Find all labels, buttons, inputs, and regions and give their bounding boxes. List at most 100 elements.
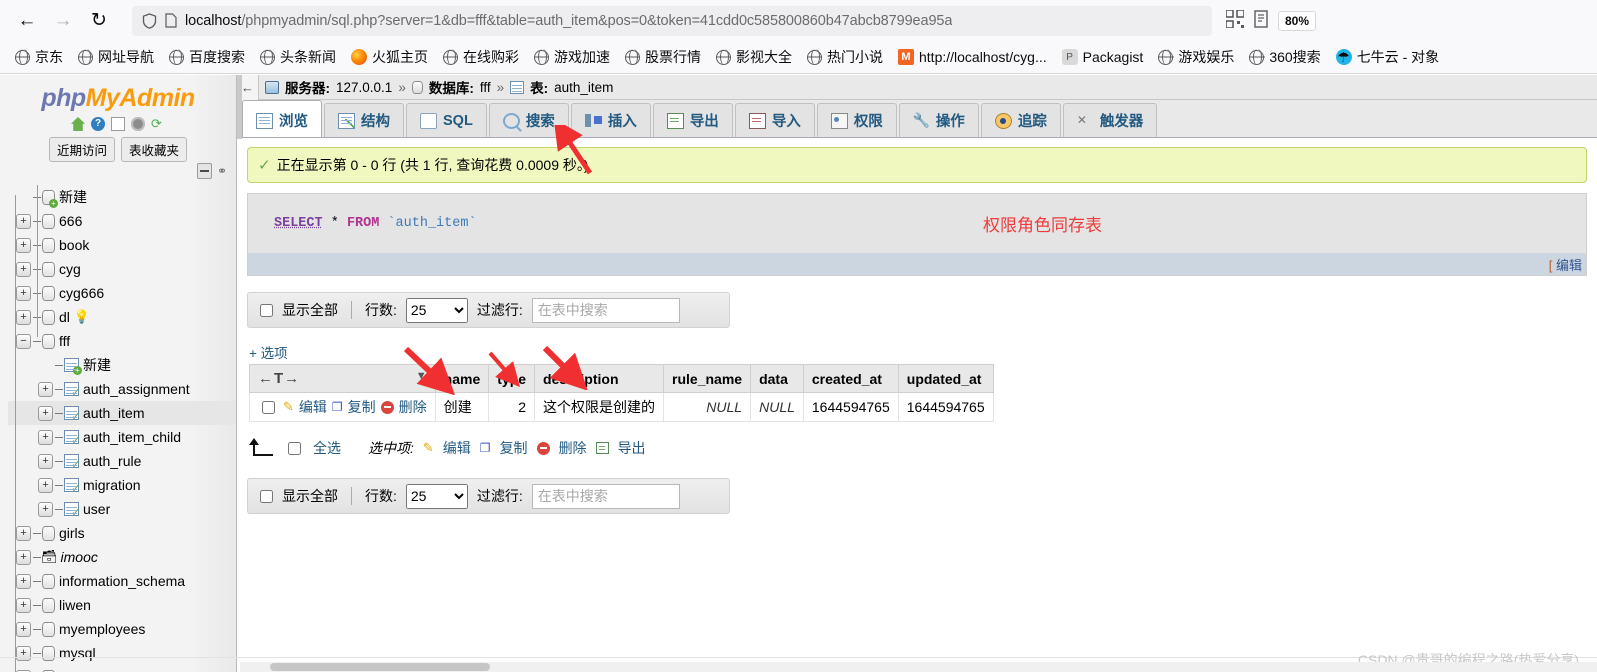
bookmark-item[interactable]: Mhttp://localhost/cyg...	[891, 46, 1054, 68]
tab-export[interactable]: 导出	[652, 103, 733, 137]
back-arrow-icon[interactable]: ←	[10, 5, 44, 37]
forward-arrow-icon[interactable]: →	[46, 5, 80, 37]
horizontal-scrollbar[interactable]	[240, 662, 1597, 672]
scrollbar-thumb[interactable]	[270, 663, 490, 671]
bookmark-item[interactable]: P Packagist	[1055, 46, 1151, 68]
column-header-type[interactable]: type	[488, 364, 536, 393]
reload-icon[interactable]: ↻	[82, 5, 116, 37]
tree-item-imooc[interactable]: + 🗃 imooc	[8, 545, 236, 569]
row-delete-link[interactable]: 删除	[399, 397, 427, 417]
sidebar-tab-recent[interactable]: 近期访问	[48, 137, 115, 162]
tree-expander[interactable]: +	[16, 213, 31, 229]
bookmark-item[interactable]: 游戏娱乐	[1151, 44, 1241, 70]
column-header-rule_name[interactable]: rule_name	[663, 364, 752, 393]
tree-item-auth_item_child[interactable]: + ✓ auth_item_child	[8, 425, 236, 449]
qrcode-icon[interactable]	[1225, 9, 1245, 31]
phpmyadmin-logo[interactable]: phpMyAdmin	[0, 75, 236, 115]
tree-expander[interactable]: +	[16, 309, 31, 325]
address-bar[interactable]: localhost/phpmyadmin/sql.php?server=1&db…	[132, 5, 1212, 36]
filter-input[interactable]	[531, 297, 680, 323]
tab-structure[interactable]: 结构	[324, 103, 404, 137]
bookmark-item[interactable]: 360搜索	[1242, 44, 1327, 70]
reader-view-icon[interactable]	[1254, 10, 1268, 31]
tree-expander[interactable]: +	[16, 597, 31, 613]
tree-item-cyg666[interactable]: + cyg666	[8, 281, 236, 305]
column-header-created_at[interactable]: created_at	[802, 364, 899, 393]
tree-expander[interactable]: +	[38, 381, 53, 397]
tree-expander[interactable]: +	[16, 237, 31, 253]
tree-expander[interactable]: +	[16, 261, 31, 277]
tab-tracking[interactable]: 追踪	[980, 103, 1061, 137]
tree-item-mysql[interactable]: + mysql	[8, 641, 236, 665]
rows-select-bottom[interactable]: 25	[405, 483, 468, 509]
tree-item-dl[interactable]: + dl 💡	[8, 305, 236, 329]
bookmark-item[interactable]: 百度搜索	[162, 44, 252, 70]
nav-arrows-label[interactable]: ←T→	[258, 370, 300, 387]
tree-expander[interactable]: +	[38, 453, 53, 469]
bulk-copy-link[interactable]: 复制	[500, 438, 528, 458]
collapse-all-icon[interactable]	[196, 163, 212, 179]
tree-item-book[interactable]: + book	[8, 233, 236, 257]
bookmark-item[interactable]: 热门小说	[800, 44, 890, 70]
row-copy-link[interactable]: 复制	[348, 397, 376, 417]
bulk-export-link[interactable]: 导出	[618, 438, 646, 458]
tab-sql[interactable]: SQL	[406, 103, 487, 137]
home-icon[interactable]	[71, 117, 85, 131]
tree-expander[interactable]: +	[16, 525, 31, 541]
tab-triggers[interactable]: ✕ 触发器	[1062, 103, 1158, 137]
tab-browse[interactable]: 浏览	[242, 100, 322, 137]
tree-item-migration[interactable]: + ✓ migration	[8, 473, 236, 497]
tree-expander[interactable]: +	[38, 477, 53, 493]
link-tables-icon[interactable]: ⚭	[217, 164, 227, 178]
bookmark-item[interactable]: 在线购彩	[436, 44, 526, 70]
tree-item-auth_rule[interactable]: + ✓ auth_rule	[8, 449, 236, 473]
sql-query-text[interactable]: SELECT * FROM `auth_item`	[248, 194, 1586, 253]
bulk-edit-link[interactable]: 编辑	[443, 438, 471, 458]
select-all-link[interactable]: 全选	[313, 438, 341, 458]
tree-item-new-table[interactable]: + 新建	[8, 353, 236, 377]
show-all-checkbox-bottom[interactable]	[260, 489, 273, 503]
tab-operations[interactable]: 🔧 操作	[898, 103, 979, 137]
breadcrumb-server-value[interactable]: 127.0.0.1	[336, 80, 392, 95]
bookmark-item[interactable]: 游戏加速	[527, 44, 617, 70]
bookmark-item[interactable]: 京东	[8, 44, 70, 70]
bookmark-item[interactable]: 股票行情	[618, 44, 708, 70]
tree-expander[interactable]: +	[16, 549, 31, 565]
tree-expander[interactable]: +	[38, 501, 53, 517]
tree-item-666[interactable]: + 666	[8, 209, 236, 233]
tab-insert[interactable]: 插入	[570, 103, 651, 137]
tree-expander[interactable]: +	[38, 429, 53, 445]
show-all-checkbox[interactable]	[260, 303, 273, 317]
breadcrumb-table-value[interactable]: auth_item	[554, 80, 613, 95]
refresh-icon[interactable]: ⟳	[151, 117, 165, 131]
sidebar-tab-favorites[interactable]: 表收藏夹	[121, 137, 188, 162]
sql-edit-link[interactable]: [ 编辑	[1549, 255, 1582, 274]
select-all-checkbox[interactable]	[288, 441, 301, 455]
docs-icon[interactable]	[111, 117, 125, 131]
tree-item-user[interactable]: + ✓ user	[8, 497, 236, 521]
tree-expander[interactable]: +	[16, 645, 31, 661]
tree-item-performance_schema[interactable]: + performance_schema	[8, 665, 236, 672]
tree-item-liwen[interactable]: + liwen	[8, 593, 236, 617]
tree-item-girls[interactable]: + girls	[8, 521, 236, 545]
tree-item-myemployees[interactable]: + myemployees	[8, 617, 236, 641]
tab-privileges[interactable]: 权限	[816, 103, 897, 137]
sort-caret-icon[interactable]: ▼	[416, 370, 427, 382]
row-edit-link[interactable]: 编辑	[299, 397, 327, 417]
column-header-description[interactable]: description	[534, 364, 665, 393]
filter-input-bottom[interactable]	[531, 483, 680, 509]
rows-select[interactable]: 25	[405, 297, 468, 323]
tree-expander[interactable]: +	[16, 573, 31, 589]
options-toggle-link[interactable]: + 选项	[249, 342, 1597, 362]
tab-import[interactable]: 导入	[734, 103, 815, 137]
column-header-updated_at[interactable]: updated_at	[897, 364, 994, 393]
help-icon[interactable]: ?	[91, 117, 105, 131]
bookmark-item[interactable]: 火狐主页	[344, 44, 435, 70]
zoom-level-badge[interactable]: 80%	[1278, 10, 1317, 31]
tree-expander[interactable]: +	[16, 285, 31, 301]
row-checkbox[interactable]	[262, 400, 275, 414]
column-header-data[interactable]: data	[750, 364, 804, 393]
breadcrumb-db-value[interactable]: fff	[480, 80, 491, 95]
tree-expander[interactable]: +	[38, 405, 53, 421]
table-row[interactable]: ✎ 编辑 ❐ 复制 删除 创建 2 这个权限是创建的 NULL NULL 164…	[249, 392, 994, 422]
